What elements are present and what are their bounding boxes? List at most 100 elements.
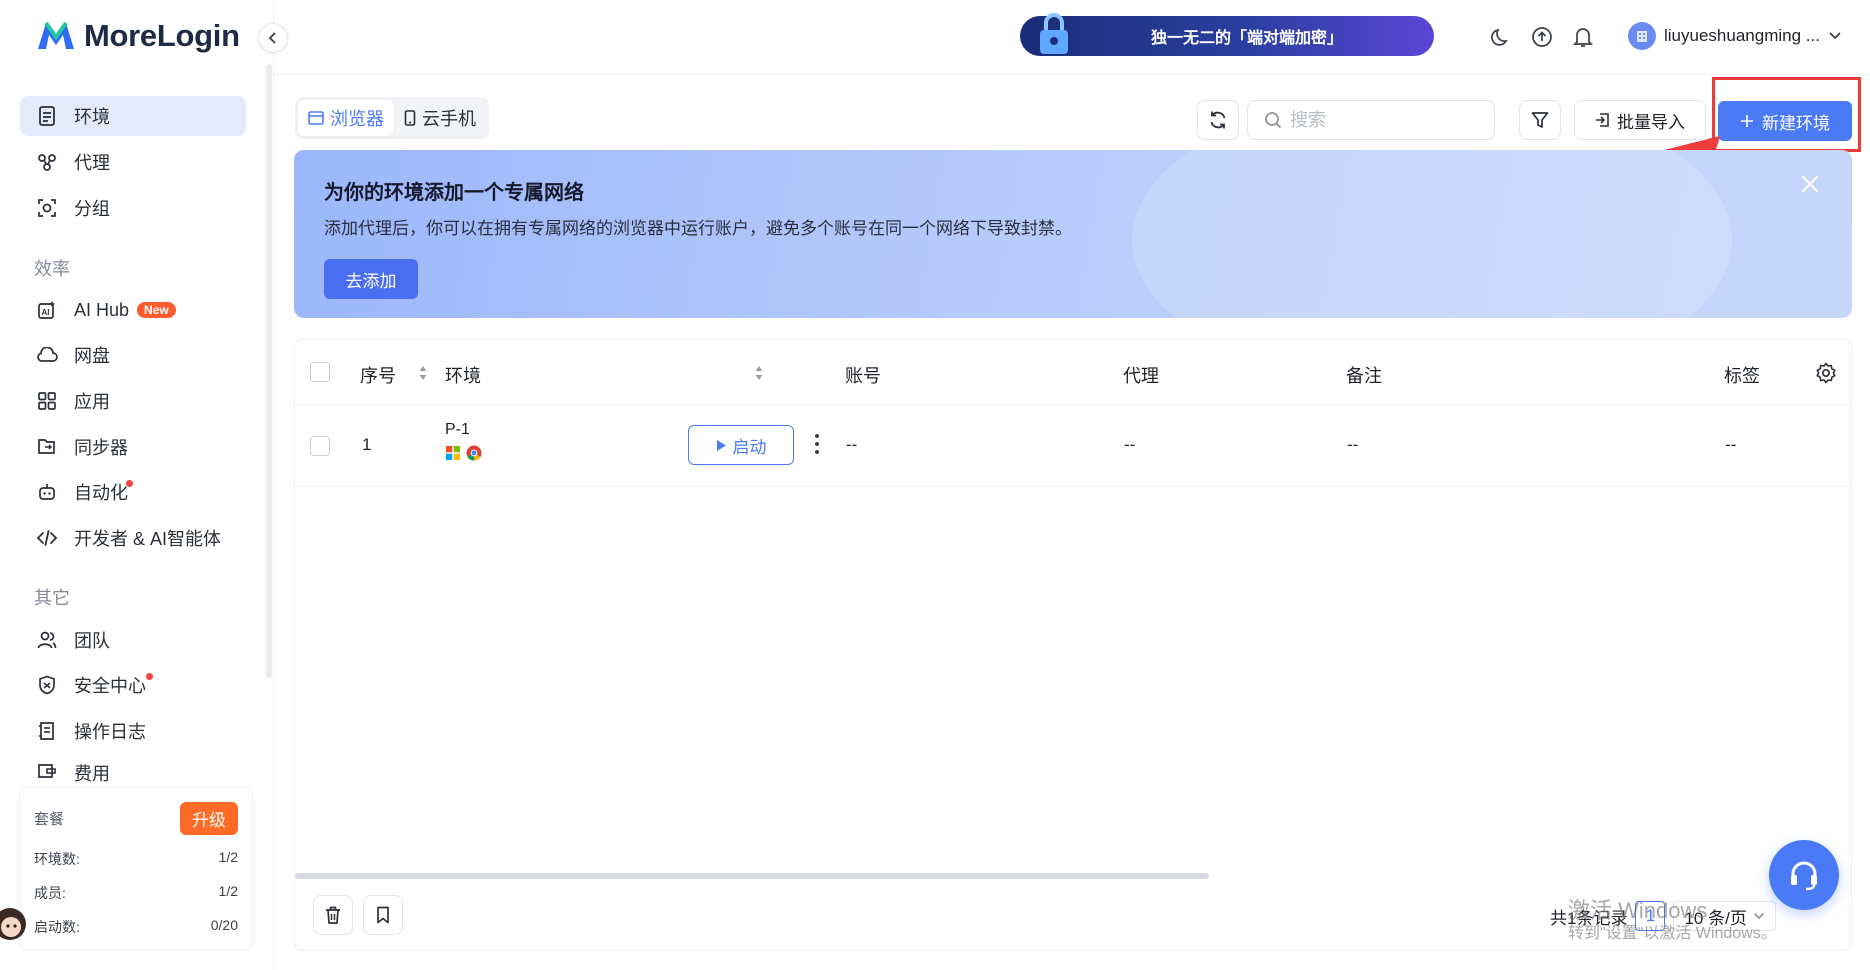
close-icon[interactable] bbox=[1798, 172, 1822, 196]
banner-description: 添加代理后，你可以在拥有专属网络的浏览器中运行账户，避免多个账号在同一个网络下导… bbox=[324, 219, 1072, 238]
moon-icon bbox=[1491, 28, 1508, 46]
refresh-button[interactable] bbox=[1197, 100, 1239, 140]
column-header-proxy: 代理 bbox=[1123, 366, 1159, 386]
delete-button[interactable] bbox=[313, 895, 353, 935]
bookmark-button[interactable] bbox=[363, 895, 403, 935]
watermark-line2: 转到"设置"以激活 Windows。 bbox=[1568, 925, 1777, 942]
notifications-button[interactable] bbox=[1570, 24, 1596, 50]
select-all-checkbox[interactable] bbox=[310, 362, 330, 382]
sidebar-item-operation-log[interactable]: 操作日志 bbox=[20, 711, 246, 751]
sort-icon[interactable] bbox=[418, 364, 428, 382]
dark-mode-button[interactable] bbox=[1488, 24, 1514, 50]
play-icon bbox=[716, 439, 726, 451]
log-icon bbox=[36, 720, 58, 742]
document-icon bbox=[36, 105, 58, 127]
settings-gear-icon[interactable] bbox=[1815, 362, 1837, 384]
app-name: MoreLogin bbox=[84, 18, 240, 53]
plan-row: 环境数: 1/2 bbox=[34, 849, 238, 869]
sidebar-item-billing[interactable]: 费用 bbox=[20, 756, 246, 782]
sidebar-item-label: 开发者 & AI智能体 bbox=[74, 529, 222, 549]
windows-icon bbox=[446, 446, 460, 460]
plan-row-value: 1/2 bbox=[218, 883, 238, 899]
search-input[interactable] bbox=[1290, 109, 1470, 131]
upgrade-button[interactable]: 升级 bbox=[180, 802, 238, 835]
row-checkbox[interactable] bbox=[310, 436, 330, 456]
customer-support-button[interactable] bbox=[1769, 840, 1839, 910]
team-icon bbox=[36, 629, 58, 651]
sidebar-item-environment[interactable]: 环境 bbox=[20, 96, 246, 136]
sidebar-item-developer[interactable]: 开发者 & AI智能体 bbox=[20, 518, 246, 558]
column-header-tag: 标签 bbox=[1724, 366, 1760, 386]
plan-row-label: 环境数: bbox=[34, 851, 80, 867]
notification-dot bbox=[146, 673, 153, 680]
user-menu[interactable]: liuyueshuangming ... bbox=[1628, 22, 1842, 50]
chrome-icon bbox=[466, 445, 482, 461]
banner-title: 为你的环境添加一个专属网络 bbox=[324, 182, 584, 204]
sort-icon[interactable] bbox=[754, 364, 764, 382]
upload-icon bbox=[1532, 27, 1552, 47]
proxy-banner: 为你的环境添加一个专属网络 添加代理后，你可以在拥有专属网络的浏览器中运行账户，… bbox=[294, 150, 1852, 318]
sidebar-item-label: 团队 bbox=[74, 631, 110, 651]
robot-icon bbox=[36, 481, 58, 503]
more-vertical-icon[interactable] bbox=[807, 431, 827, 457]
annotation-highlight-box bbox=[1712, 77, 1861, 152]
lock-icon bbox=[1040, 13, 1068, 54]
banner-decoration bbox=[1132, 150, 1732, 318]
sidebar-item-team[interactable]: 团队 bbox=[20, 620, 246, 660]
env-name[interactable]: P-1 bbox=[445, 421, 470, 439]
filter-button[interactable] bbox=[1519, 100, 1561, 140]
sidebar-item-label: 应用 bbox=[74, 392, 110, 412]
windows-activation-watermark: 激活 Windows 转到"设置"以激活 Windows。 bbox=[1568, 900, 1777, 942]
headset-icon bbox=[1791, 861, 1817, 891]
sidebar-item-automation[interactable]: 自动化 bbox=[20, 472, 246, 512]
plan-row-value: 1/2 bbox=[218, 849, 238, 865]
tab-browser[interactable]: 浏览器 bbox=[298, 100, 394, 136]
column-header-index: 序号 bbox=[360, 366, 396, 386]
promo-banner[interactable]: 独一无二的「端对端加密」 bbox=[1020, 13, 1434, 56]
cloud-icon bbox=[36, 344, 58, 366]
browser-icon bbox=[308, 111, 324, 125]
sidebar-item-group[interactable]: 分组 bbox=[20, 188, 246, 228]
user-avatar bbox=[1628, 22, 1656, 50]
horizontal-scrollbar[interactable] bbox=[295, 873, 1209, 879]
row-note: -- bbox=[1347, 435, 1359, 454]
proxy-icon bbox=[36, 151, 58, 173]
row-proxy: -- bbox=[1124, 435, 1136, 454]
sidebar-scrollbar[interactable] bbox=[266, 64, 272, 678]
row-tag: -- bbox=[1725, 435, 1737, 454]
go-add-button[interactable]: 去添加 bbox=[324, 259, 418, 299]
plan-row: 启动数: 0/20 bbox=[34, 917, 238, 937]
code-icon bbox=[36, 527, 58, 549]
collapse-sidebar-button[interactable] bbox=[258, 23, 288, 53]
launch-button[interactable]: 启动 bbox=[688, 425, 794, 465]
sidebar-item-label: 代理 bbox=[74, 153, 110, 173]
upload-button[interactable] bbox=[1529, 24, 1555, 50]
search-box[interactable] bbox=[1247, 100, 1495, 140]
assistant-avatar-icon[interactable] bbox=[0, 900, 28, 950]
sidebar-item-cloud-drive[interactable]: 网盘 bbox=[20, 335, 246, 375]
tab-cloud-phone[interactable]: 云手机 bbox=[394, 100, 486, 136]
sidebar-item-security[interactable]: 安全中心 bbox=[20, 665, 246, 705]
watermark-line1: 激活 Windows bbox=[1568, 898, 1708, 923]
wallet-icon bbox=[36, 760, 58, 782]
sidebar-item-proxy[interactable]: 代理 bbox=[20, 142, 246, 182]
topbar: 独一无二的「端对端加密」 liuyueshuangming ... bbox=[274, 0, 1870, 75]
tab-label: 浏览器 bbox=[330, 109, 384, 129]
environment-table: 序号 环境 账号 代理 备注 标签 1 P-1 启动 -- -- -- -- 共… bbox=[294, 339, 1852, 951]
sidebar-item-label: 环境 bbox=[74, 107, 110, 127]
sidebar-item-label: 操作日志 bbox=[74, 722, 146, 742]
bookmark-icon bbox=[377, 906, 389, 924]
sidebar-item-label: 安全中心 bbox=[74, 676, 146, 696]
filter-icon bbox=[1531, 112, 1549, 128]
chevron-left-icon bbox=[268, 32, 276, 44]
logo[interactable]: MoreLogin bbox=[36, 18, 240, 54]
sidebar-item-label: 分组 bbox=[74, 199, 110, 219]
plan-row: 成员: 1/2 bbox=[34, 883, 238, 903]
sidebar-item-synchronizer[interactable]: 同步器 bbox=[20, 427, 246, 467]
sidebar-item-ai-hub[interactable]: AI AI Hub New bbox=[20, 290, 246, 330]
sidebar-item-label: 同步器 bbox=[74, 438, 128, 458]
group-icon bbox=[36, 197, 58, 219]
sidebar-item-apps[interactable]: 应用 bbox=[20, 381, 246, 421]
table-row[interactable]: 1 P-1 启动 -- -- -- -- bbox=[295, 405, 1851, 487]
username: liuyueshuangming ... bbox=[1664, 26, 1820, 45]
